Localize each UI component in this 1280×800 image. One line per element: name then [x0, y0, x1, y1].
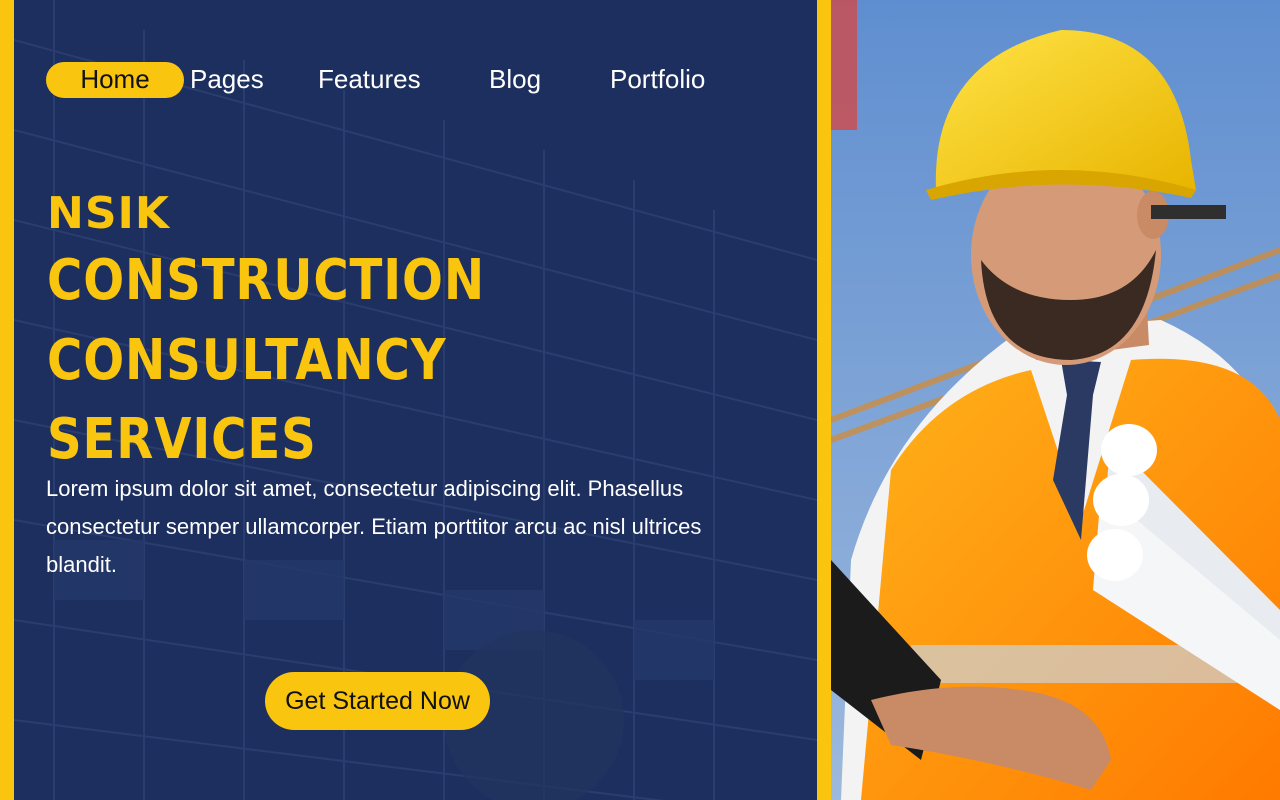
hero-panel: Home Pages Features Blog Portfolio NSIK …: [14, 0, 817, 800]
brand-name: NSIK: [47, 188, 170, 239]
engineer-photo-illustration: [831, 0, 1280, 800]
headline-line-2: CONSULTANCY: [47, 328, 447, 393]
headline-line-3: SERVICES: [47, 407, 317, 472]
headline-line-1: CONSTRUCTION: [47, 248, 486, 313]
nav-features[interactable]: Features: [318, 62, 421, 98]
main-nav: Home Pages Features Blog Portfolio: [14, 0, 817, 120]
get-started-button[interactable]: Get Started Now: [265, 672, 490, 730]
nav-portfolio[interactable]: Portfolio: [610, 62, 705, 98]
hero-description: Lorem ipsum dolor sit amet, consectetur …: [46, 476, 702, 577]
nav-blog[interactable]: Blog: [489, 62, 541, 98]
nav-home[interactable]: Home: [46, 62, 184, 98]
hero-photo: [831, 0, 1280, 800]
nav-pages[interactable]: Pages: [190, 62, 264, 98]
